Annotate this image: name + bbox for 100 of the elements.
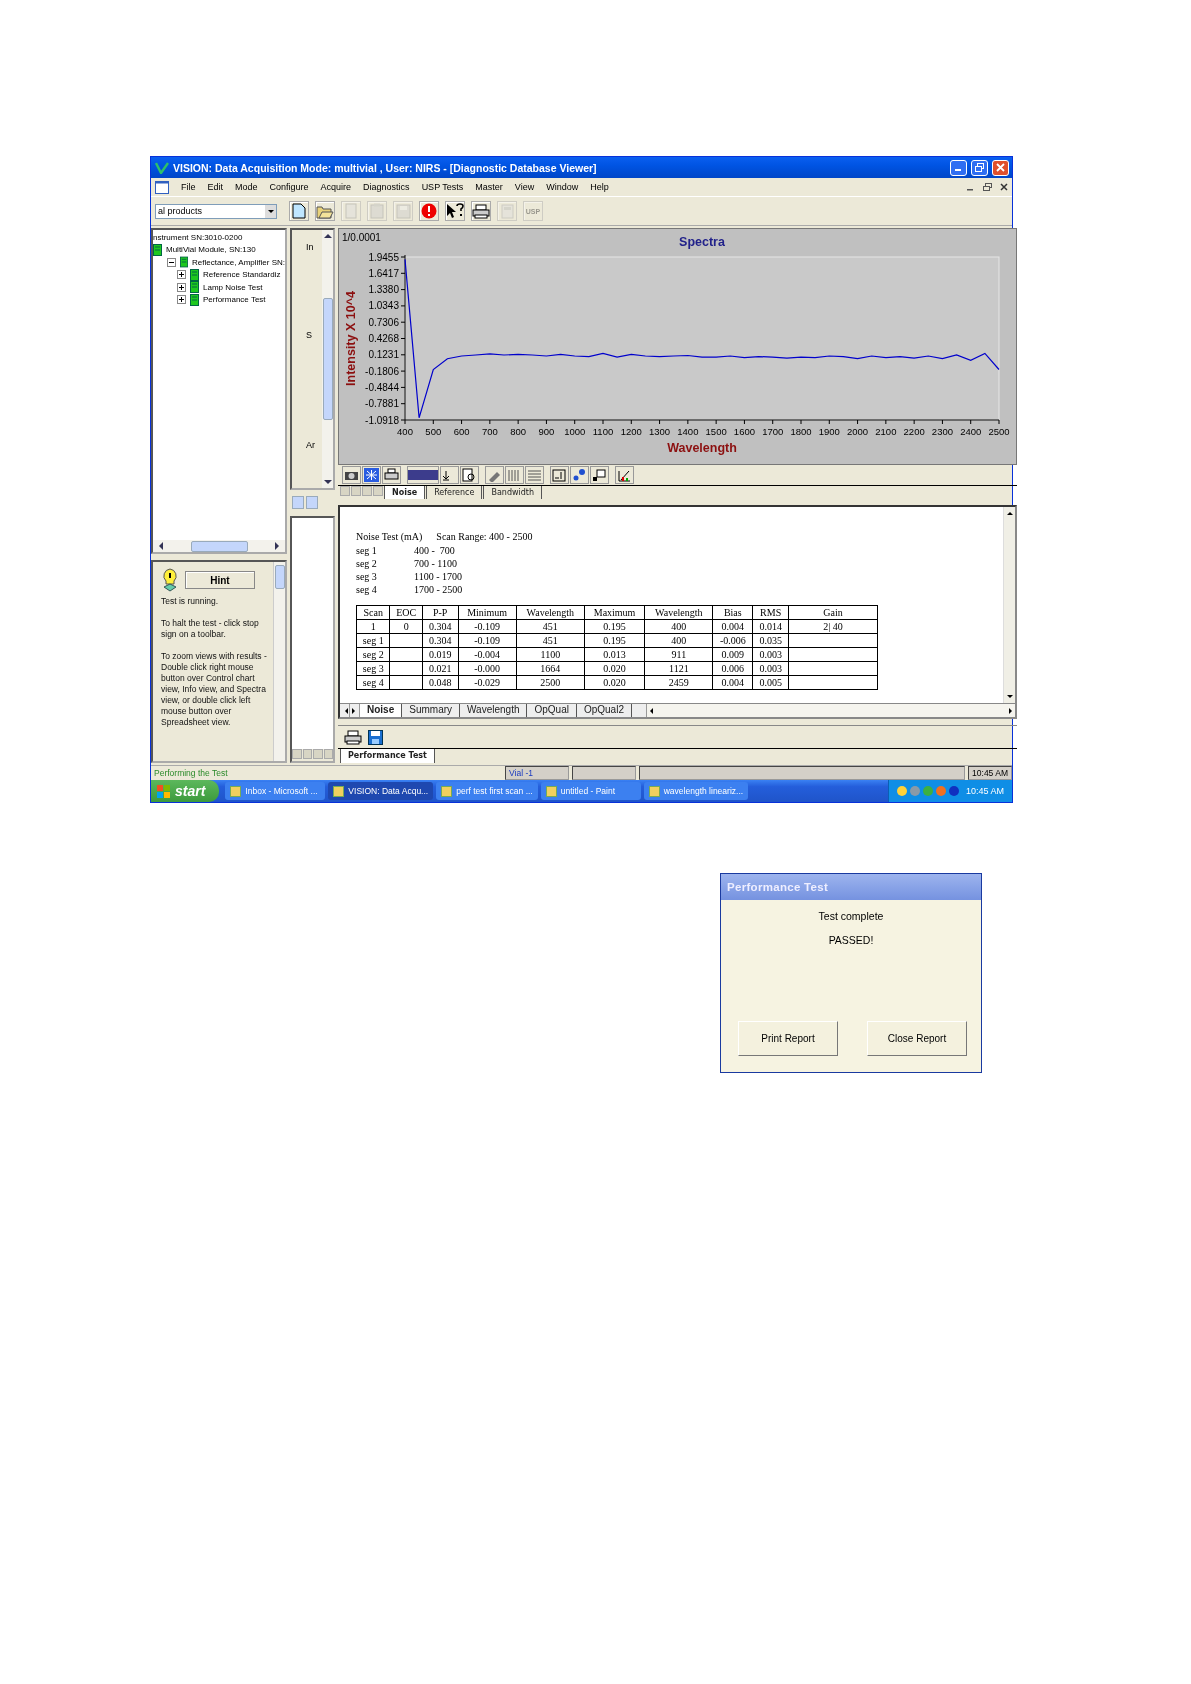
menu-item[interactable]: Mode	[235, 182, 258, 192]
expand-toggle-icon[interactable]	[177, 295, 186, 305]
table-cell: 0.020	[584, 661, 645, 676]
tree-item[interactable]: MultiVial Module, SN:130	[166, 245, 256, 255]
table-cell: 0.048	[422, 675, 458, 690]
open-folder-button[interactable]	[315, 201, 335, 221]
tray-icon[interactable]	[948, 786, 959, 796]
expand-toggle-icon[interactable]	[167, 257, 176, 267]
brush-icon[interactable]	[485, 466, 504, 484]
color-swatch-icon[interactable]	[407, 466, 439, 484]
table-cell: 0.014	[752, 619, 789, 634]
taskbar-button[interactable]: wavelength lineariz...	[643, 782, 749, 800]
report-button[interactable]: Close Report	[867, 1021, 967, 1056]
tab[interactable]: Wavelength	[460, 704, 528, 717]
tree-item[interactable]: Reflectance, Amplifier SN:	[192, 257, 285, 267]
tab[interactable]: Bandwidth	[483, 486, 542, 499]
table-cell: 0.006	[712, 661, 753, 676]
restore-icon[interactable]	[983, 183, 992, 191]
table-cell: 0.035	[752, 633, 789, 648]
vertical-scrollbar[interactable]	[1003, 507, 1015, 703]
tab[interactable]: Summary	[402, 704, 461, 717]
grid-icon[interactable]	[362, 466, 381, 484]
taskbar-button[interactable]: Inbox - Microsoft ...	[225, 782, 326, 800]
tree-item[interactable]: Lamp Noise Test	[203, 282, 263, 292]
y-tick-label: -0.1806	[365, 365, 399, 377]
hint-button[interactable]: Hint	[185, 571, 255, 589]
segment-name: seg 3	[356, 571, 378, 582]
taskbar-button[interactable]: perf test first scan ...	[436, 782, 538, 800]
lightbulb-icon	[161, 568, 179, 592]
page-zoom-icon[interactable]	[460, 466, 479, 484]
tray-icon[interactable]	[896, 786, 907, 796]
taskbar-button[interactable]: VISION: Data Acqu...	[328, 782, 434, 800]
camera-icon[interactable]	[342, 466, 361, 484]
x-tick-label: 800	[510, 426, 527, 437]
taskbar-button[interactable]: untitled - Paint	[540, 782, 641, 800]
rows-icon[interactable]	[525, 466, 544, 484]
vertical-scrollbar[interactable]	[322, 230, 333, 488]
close-icon[interactable]	[1000, 183, 1008, 191]
menu-item[interactable]: Window	[546, 182, 579, 192]
y-tick-label: 0.7306	[368, 316, 399, 328]
y-tick-label: 0.1231	[368, 349, 399, 361]
table-cell: 0.304	[422, 633, 458, 648]
dialog-message: Test complete	[818, 910, 884, 922]
restore-button[interactable]	[971, 159, 988, 176]
table-cell: -0.029	[458, 675, 517, 690]
save-button[interactable]	[368, 729, 383, 745]
x-tick-label: 2500	[988, 426, 1010, 437]
tree-item[interactable]: Reference Standardiz	[203, 270, 281, 280]
product-dropdown[interactable]: al products	[155, 203, 277, 219]
menu-item[interactable]: Help	[590, 182, 609, 192]
tab[interactable]: Reference	[426, 486, 483, 499]
scale-label: 1/0.0001	[342, 232, 381, 243]
stop-button[interactable]	[419, 201, 439, 221]
table-cell: 0	[390, 619, 423, 634]
chart-icon[interactable]	[615, 466, 634, 484]
menu-item[interactable]: File	[181, 182, 196, 192]
side-label: S	[306, 330, 313, 340]
report-button[interactable]: Print Report	[738, 1021, 838, 1056]
tab[interactable]: OpQual2	[576, 704, 632, 717]
horizontal-scrollbar[interactable]	[153, 540, 285, 552]
app-icon	[230, 785, 242, 797]
table-cell: 2459	[644, 675, 713, 690]
menu-item[interactable]: View	[514, 182, 535, 192]
tab[interactable]: Noise	[360, 704, 403, 717]
segment-range: 400 - 700	[414, 545, 456, 556]
expand-toggle-icon[interactable]	[177, 282, 186, 292]
help-pointer-button[interactable]	[445, 201, 465, 221]
y-tick-label: 1.0343	[368, 300, 399, 312]
print-icon[interactable]	[382, 466, 401, 484]
table-cell: -0.006	[712, 633, 753, 648]
tab[interactable]: Noise	[384, 486, 426, 499]
tree-item[interactable]: Performance Test	[203, 295, 266, 305]
menu-item[interactable]: Edit	[207, 182, 224, 192]
menu-item[interactable]: Configure	[269, 182, 309, 192]
dialog-message: PASSED!	[828, 934, 874, 946]
new-document-button[interactable]	[289, 201, 309, 221]
module-icon	[190, 281, 199, 294]
menu-item[interactable]: Acquire	[320, 182, 352, 192]
columns-icon[interactable]	[505, 466, 524, 484]
close-icon	[996, 163, 1005, 172]
tree-item[interactable]: nstrument SN:3010-0200	[153, 232, 243, 242]
print-button[interactable]	[471, 201, 491, 221]
minimize-button[interactable]	[950, 159, 967, 176]
expand-toggle-icon[interactable]	[177, 270, 186, 280]
tab[interactable]: Performance Test	[340, 749, 435, 763]
menu-item[interactable]: Master	[475, 182, 503, 192]
document-icon	[155, 180, 169, 194]
status-time: 10:45 AM	[968, 766, 1012, 780]
horizontal-scrollbar[interactable]	[645, 704, 1015, 717]
status-message: Performing the Test	[153, 767, 229, 780]
menu-item[interactable]: USP Tests	[421, 182, 464, 192]
frame-icon[interactable]	[590, 466, 609, 484]
print-button[interactable]	[344, 729, 362, 745]
menu-item[interactable]: Diagnostics	[363, 182, 410, 192]
dots-icon[interactable]	[570, 466, 589, 484]
label-icon[interactable]	[550, 466, 569, 484]
table-cell: 0.004	[712, 619, 753, 634]
tab[interactable]: OpQual	[527, 704, 577, 717]
close-button[interactable]	[992, 159, 1009, 176]
vertical-scrollbar[interactable]	[273, 562, 285, 761]
